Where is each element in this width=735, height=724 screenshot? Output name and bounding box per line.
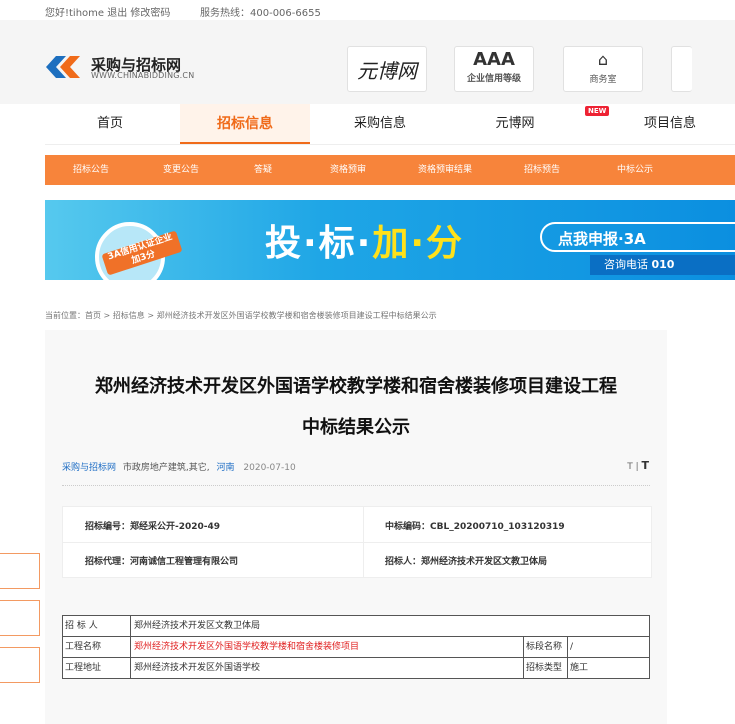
- partial-badge[interactable]: [671, 46, 692, 92]
- table-cell-label: 工程名称: [63, 637, 131, 657]
- side-tab-1[interactable]: [0, 553, 40, 589]
- table-cell-value: 郑州经济技术开发区外国语学校教学楼和宿舍楼装修项目: [131, 637, 524, 657]
- home-icon: ⌂: [597, 50, 609, 69]
- credit-rating-badge[interactable]: AAA 企业信用等级: [454, 46, 534, 92]
- subnav-item-prequal-result[interactable]: 资格预审结果: [401, 155, 489, 185]
- table-cell-label: 工程地址: [63, 658, 131, 678]
- table-cell-value: 郑州经济技术开发区文教卫体局: [134, 621, 261, 631]
- nav-item-bid-info[interactable]: 招标信息: [180, 104, 310, 144]
- article-date: 2020-07-10: [243, 463, 296, 473]
- article-meta: 采购与招标网 市政房地产建筑,其它, 河南 2020-07-10: [62, 460, 296, 473]
- business-office-label: 商务室: [589, 75, 617, 85]
- side-tab-3[interactable]: [0, 647, 40, 683]
- subnav-item-award-notice[interactable]: 中标公示: [591, 155, 679, 185]
- tenderer: 招标人：郑州经济技术开发区文教卫体局: [385, 557, 548, 567]
- consult-phone-label: 咨询电话: [604, 258, 648, 271]
- service-hotline: 服务热线：400-006-6655: [200, 8, 321, 19]
- banner-headline-part1: 投·标·: [265, 223, 373, 264]
- breadcrumb[interactable]: 当前位置：首页 > 招标信息 > 郑州经济技术开发区外国语学校教学楼和宿舍楼装修…: [45, 310, 437, 321]
- yuanbo-logo-text: 元博网: [357, 59, 417, 83]
- table-row: 招 标 人 郑州经济技术开发区文教卫体局: [63, 616, 649, 637]
- site-logo[interactable]: 采购与招标网 WWW.CHINABIDDING.CN: [46, 54, 216, 80]
- article-location-link[interactable]: 河南: [217, 463, 235, 473]
- business-office-badge[interactable]: ⌂ 商务室: [563, 46, 643, 92]
- table-row: 工程名称 郑州经济技术开发区外国语学校教学楼和宿舍楼装修项目 标段名称 /: [63, 637, 649, 658]
- info-box-divider-h: [63, 542, 651, 543]
- logo-mark-icon: [46, 56, 80, 78]
- consult-phone: 咨询电话 010: [590, 255, 735, 275]
- main-nav: 首页 招标信息 采购信息 元博网 NEW 项目信息: [45, 104, 735, 145]
- nav-item-procurement[interactable]: 采购信息: [315, 104, 445, 144]
- promo-banner[interactable]: 3A信用认证企业 加3分 投·标·加·分 点我申报·3A 咨询电话 010: [45, 200, 735, 280]
- subnav-item-tender-notice[interactable]: 招标公告: [47, 155, 135, 185]
- font-size-toggle: T | T: [627, 459, 649, 472]
- article-panel: 郑州经济技术开发区外国语学校教学楼和宿舍楼装修项目建设工程 中标结果公示 采购与…: [45, 330, 667, 724]
- award-detail-table: 招 标 人 郑州经济技术开发区文教卫体局 工程名称 郑州经济技术开发区外国语学校…: [62, 615, 650, 679]
- article-source-link[interactable]: 采购与招标网: [62, 463, 116, 473]
- top-bar: 您好!tihome 退出 修改密码 服务热线：400-006-6655: [0, 0, 735, 20]
- table-cell-label: 招标类型: [524, 658, 568, 678]
- award-number: 中标编码：CBL_20200710_103120319: [385, 522, 565, 532]
- nav-item-projects[interactable]: 项目信息: [605, 104, 735, 144]
- page-subtitle: 中标结果公示: [302, 417, 410, 438]
- font-small-button[interactable]: T: [627, 462, 633, 472]
- nav-item-home[interactable]: 首页: [45, 104, 175, 144]
- credit-rating-value: AAA: [473, 49, 515, 70]
- table-row: 工程地址 郑州经济技术开发区外国语学校 招标类型 施工: [63, 658, 649, 678]
- article-category: 市政房地产建筑,其它,: [122, 463, 210, 473]
- consult-phone-number: 010: [651, 258, 675, 271]
- nav-item-yuanbo[interactable]: 元博网: [450, 104, 580, 144]
- credit-rating-label: 企业信用等级: [466, 74, 521, 84]
- page-title: 郑州经济技术开发区外国语学校教学楼和宿舍楼装修项目建设工程: [95, 376, 617, 397]
- yuanbo-badge[interactable]: 元博网: [347, 46, 427, 92]
- subnav-item-qa[interactable]: 答疑: [219, 155, 307, 185]
- subnav-item-prequalification[interactable]: 资格预审: [304, 155, 392, 185]
- table-cell-label: 标段名称: [524, 637, 568, 657]
- table-cell-value: /: [570, 642, 574, 652]
- logo-url: WWW.CHINABIDDING.CN: [91, 71, 195, 80]
- font-size-separator: |: [635, 462, 639, 472]
- meta-divider: [62, 485, 650, 486]
- font-big-button[interactable]: T: [641, 459, 649, 472]
- subnav-item-change-notice[interactable]: 变更公告: [137, 155, 225, 185]
- bid-agent: 招标代理：河南诚信工程管理有限公司: [85, 557, 239, 567]
- info-box-divider-v: [363, 507, 364, 577]
- user-greeting-links[interactable]: 您好!tihome 退出 修改密码: [45, 4, 170, 19]
- table-cell-value: 郑州经济技术开发区外国语学校: [131, 658, 524, 678]
- table-cell-value: 施工: [570, 663, 589, 673]
- bid-number: 招标编号：郑经采公开-2020-49: [85, 522, 221, 532]
- banner-headline-part2: 加·分: [372, 223, 465, 264]
- table-cell-label: 招 标 人: [63, 616, 131, 636]
- subnav-item-tender-forecast[interactable]: 招标预告: [498, 155, 586, 185]
- side-tab-2[interactable]: [0, 600, 40, 636]
- apply-3a-button[interactable]: 点我申报·3A: [540, 222, 735, 252]
- bid-info-box: 招标编号：郑经采公开-2020-49 中标编码：CBL_20200710_103…: [62, 506, 652, 578]
- sub-nav: 招标公告 变更公告 答疑 资格预审 资格预审结果 招标预告 中标公示: [45, 155, 735, 185]
- banner-headline: 投·标·加·分: [265, 214, 464, 266]
